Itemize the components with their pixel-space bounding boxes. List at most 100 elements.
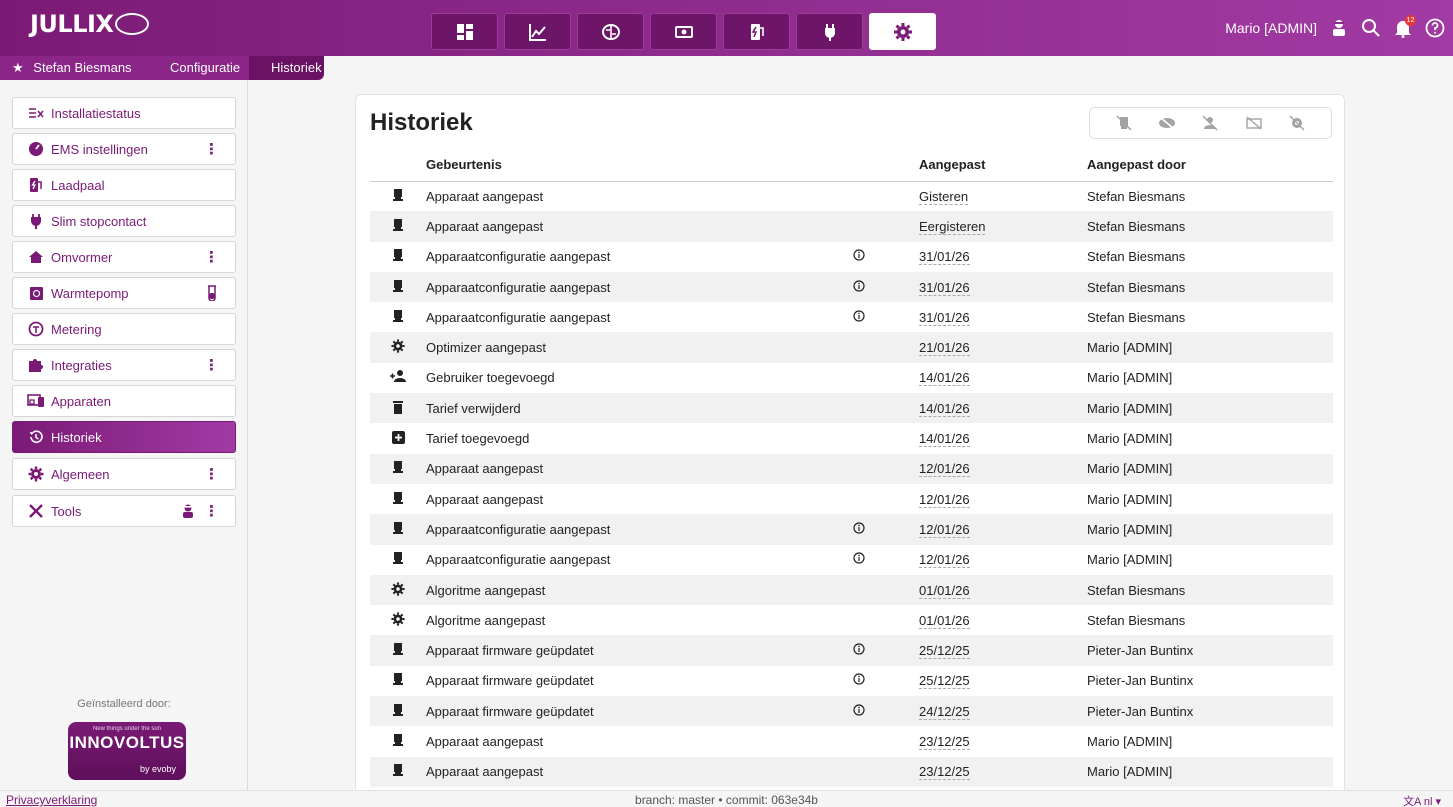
tab-settings[interactable] — [869, 13, 936, 50]
sidebar-item-warmtepomp[interactable]: Warmtepomp — [12, 277, 236, 309]
date-value[interactable]: 23/12/25 — [919, 733, 970, 750]
user-name[interactable]: Mario [ADMIN] — [1225, 20, 1317, 36]
tab-brain[interactable] — [577, 13, 644, 50]
date-value[interactable]: Eergisteren — [919, 218, 986, 235]
table-row[interactable]: Optimizer aangepast 21/01/26 Mario [ADMIN] — [370, 332, 1333, 363]
date-value[interactable]: 14/01/26 — [919, 431, 970, 448]
info-cell[interactable] — [853, 302, 919, 332]
col-modified[interactable]: Aangepast — [919, 149, 1087, 182]
date-value[interactable]: 25/12/25 — [919, 673, 970, 690]
date-cell[interactable]: 31/01/26 — [919, 302, 1087, 332]
date-cell[interactable]: 21/01/26 — [919, 332, 1087, 363]
date-value[interactable]: 12/01/26 — [919, 521, 970, 538]
sidebar-item-omvormer[interactable]: Omvormer ⋮ — [12, 241, 236, 273]
table-row[interactable]: Apparaat firmware geüpdatet 25/12/25 Piete… — [370, 666, 1333, 696]
table-row[interactable]: Apparaat aangepast Gisteren Stefan Biesman… — [370, 181, 1333, 211]
date-value[interactable]: 25/12/25 — [919, 643, 970, 660]
info-icon[interactable] — [853, 552, 865, 567]
date-value[interactable]: 31/01/26 — [919, 309, 970, 326]
tab-charger[interactable] — [723, 13, 790, 50]
date-cell[interactable]: 14/01/26 — [919, 393, 1087, 424]
table-row[interactable]: Apparaatconfiguratie aangepast 31/01/26 St… — [370, 271, 1333, 303]
info-cell[interactable] — [853, 545, 919, 575]
tab-money[interactable] — [650, 13, 717, 50]
date-cell[interactable]: 24/12/25 — [919, 696, 1087, 727]
date-cell[interactable]: 12/01/26 — [919, 453, 1087, 484]
table-row[interactable]: Algoritme aangepast 01/01/26 Stefan Biesma… — [370, 574, 1333, 606]
bell-icon[interactable]: 12 — [1393, 15, 1416, 38]
more-menu-icon[interactable]: ⋮ — [204, 248, 219, 266]
date-value[interactable]: 21/01/26 — [919, 340, 970, 357]
info-icon[interactable] — [853, 643, 865, 658]
info-icon[interactable] — [853, 249, 865, 264]
date-cell[interactable]: 31/01/26 — [919, 242, 1087, 272]
help-icon[interactable] — [1425, 18, 1445, 38]
more-menu-icon[interactable]: ⋮ — [204, 502, 219, 520]
breadcrumb-home[interactable]: ★ Stefan Biesmans — [0, 56, 148, 80]
language-select[interactable]: 文A nl ▾ — [1403, 793, 1441, 807]
sidebar-item-apparaten[interactable]: Apparaten — [12, 385, 236, 417]
user-off-icon[interactable] — [1201, 114, 1219, 132]
more-menu-icon[interactable]: ⋮ — [204, 140, 219, 158]
sidebar-item-historiek[interactable]: Historiek — [12, 421, 236, 453]
sidebar-item-ems[interactable]: EMS instellingen ⋮ — [12, 133, 236, 165]
date-cell[interactable]: Eergisteren — [919, 211, 1087, 242]
sidebar-item-metering[interactable]: Metering — [12, 313, 236, 345]
date-cell[interactable]: 23/12/25 — [919, 726, 1087, 756]
sidebar-item-installatiestatus[interactable]: Installatiestatus — [12, 97, 236, 129]
info-icon[interactable] — [853, 522, 865, 537]
info-cell[interactable] — [853, 696, 919, 727]
date-value[interactable]: 01/01/26 — [919, 612, 970, 629]
table-row[interactable]: Apparaat aangepast 12/01/26 Mario [ADMIN] — [370, 484, 1333, 514]
search-icon[interactable] — [1361, 18, 1381, 38]
info-icon[interactable] — [853, 310, 865, 325]
col-event[interactable]: Gebeurtenis — [426, 149, 853, 182]
date-value[interactable]: 14/01/26 — [919, 370, 970, 387]
info-cell[interactable] — [853, 271, 919, 303]
date-value[interactable]: 24/12/25 — [919, 703, 970, 720]
table-row[interactable]: Apparaat aangepast 23/12/25 Mario [ADMIN] — [370, 756, 1333, 787]
date-cell[interactable]: 25/12/25 — [919, 635, 1087, 666]
date-cell[interactable]: 01/01/26 — [919, 605, 1087, 635]
sidebar-item-slim-stopcontact[interactable]: Slim stopcontact — [12, 205, 236, 237]
admin-icon[interactable] — [1329, 18, 1349, 38]
app-logo[interactable]: JULLIX — [30, 10, 150, 38]
sidebar-item-tools[interactable]: Tools ⋮ — [12, 495, 236, 527]
date-value[interactable]: 12/01/26 — [919, 461, 970, 478]
date-cell[interactable]: 12/01/26 — [919, 514, 1087, 545]
date-value[interactable]: 12/01/26 — [919, 552, 970, 569]
table-row[interactable]: Apparaat aangepast 23/12/25 Mario [ADMIN] — [370, 726, 1333, 756]
sidebar-item-integraties[interactable]: Integraties ⋮ — [12, 349, 236, 381]
sidebar-item-algemeen[interactable]: Algemeen ⋮ — [12, 458, 236, 490]
date-value[interactable]: 31/01/26 — [919, 249, 970, 266]
date-cell[interactable]: 12/01/26 — [919, 484, 1087, 514]
date-cell[interactable]: 23/12/25 — [919, 756, 1087, 787]
breadcrumb-section[interactable]: Configuratie — [148, 56, 249, 80]
date-cell[interactable]: 01/01/26 — [919, 574, 1087, 606]
visibility-off-icon[interactable] — [1158, 114, 1176, 132]
col-modified-by[interactable]: Aangepast door — [1087, 149, 1333, 182]
info-cell[interactable] — [853, 666, 919, 696]
table-row[interactable]: Apparaat firmware geüpdatet 25/12/25 Piete… — [370, 635, 1333, 666]
more-menu-icon[interactable]: ⋮ — [204, 356, 219, 374]
date-cell[interactable]: 25/12/25 — [919, 666, 1087, 696]
table-row[interactable]: Apparaat aangepast 12/01/26 Mario [ADMIN] — [370, 453, 1333, 484]
device-off-icon[interactable] — [1115, 114, 1133, 132]
tab-chart[interactable] — [504, 13, 571, 50]
info-cell[interactable] — [853, 635, 919, 666]
date-cell[interactable]: Gisteren — [919, 181, 1087, 211]
date-cell[interactable]: 14/01/26 — [919, 363, 1087, 393]
date-value[interactable]: Gisteren — [919, 188, 969, 205]
info-icon[interactable] — [853, 673, 865, 688]
table-row[interactable]: Apparaatconfiguratie aangepast 31/01/26 St… — [370, 302, 1333, 332]
money-off-icon[interactable] — [1245, 114, 1263, 132]
table-row[interactable]: Apparaatconfiguratie aangepast 12/01/26 Ma… — [370, 514, 1333, 545]
date-value[interactable]: 31/01/26 — [919, 279, 970, 296]
sidebar-item-laadpaal[interactable]: Laadpaal — [12, 169, 236, 201]
gear-off-icon[interactable] — [1288, 114, 1306, 132]
tab-plug[interactable] — [796, 13, 863, 50]
table-row[interactable]: Gebruiker toegevoegd 14/01/26 Mario [ADMIN… — [370, 363, 1333, 393]
table-row[interactable]: Apparaat firmware geüpdatet 24/12/25 Piete… — [370, 696, 1333, 727]
date-cell[interactable]: 14/01/26 — [919, 423, 1087, 453]
date-value[interactable]: 23/12/25 — [919, 764, 970, 781]
